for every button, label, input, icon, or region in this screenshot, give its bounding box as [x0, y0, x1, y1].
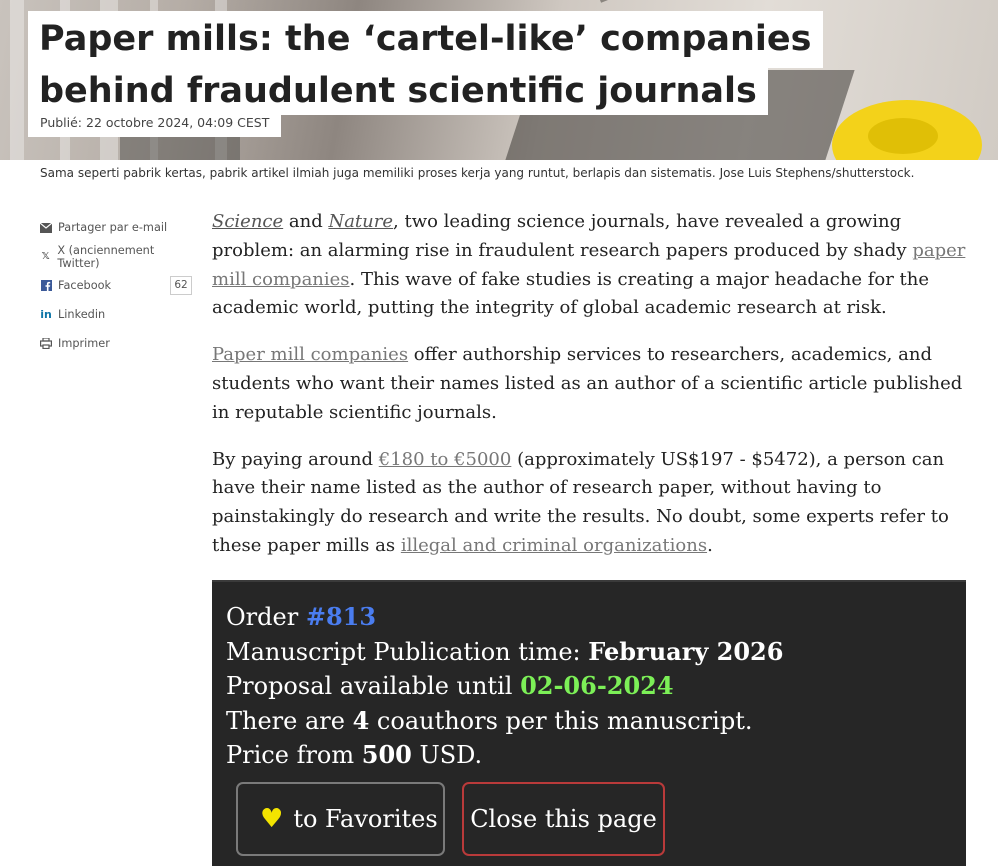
paragraph-3: By paying around €180 to €5000 (approxim… — [212, 446, 972, 561]
price-line: Price from 500 USD. — [226, 740, 482, 769]
article-body: Science and Nature, two leading science … — [212, 208, 972, 579]
link-nature[interactable]: Nature — [328, 211, 393, 232]
favorites-button: ♥ to Favorites — [236, 782, 445, 856]
order-number: #813 — [305, 602, 377, 631]
price-value: 500 — [361, 740, 412, 769]
paragraph-1: Science and Nature, two leading science … — [212, 208, 972, 323]
page-title-line1: Paper mills: the ‘cartel-like’ companies — [39, 19, 812, 59]
link-science[interactable]: Science — [212, 211, 283, 232]
image-caption: Sama seperti pabrik kertas, pabrik artik… — [40, 166, 915, 180]
share-email[interactable]: Partager par e-mail — [40, 213, 192, 242]
text: Proposal available until — [226, 672, 521, 700]
text: coauthors per this manuscript. — [369, 707, 753, 735]
text: Order — [226, 603, 306, 631]
share-facebook-label: Facebook — [58, 279, 112, 292]
order-line: Order #813 — [226, 602, 376, 631]
facebook-share-count: 62 — [170, 276, 192, 295]
text: . — [707, 534, 713, 556]
coauthor-count: 4 — [352, 706, 370, 735]
paragraph-2: Paper mill companies offer authorship se… — [212, 341, 972, 427]
share-email-label: Partager par e-mail — [58, 221, 168, 234]
share-print-label: Imprimer — [58, 337, 110, 350]
publication-time-line: Manuscript Publication time: February 20… — [226, 637, 783, 666]
order-screenshot-image: Order #813 Manuscript Publication time: … — [212, 580, 966, 866]
envelope-icon — [40, 222, 52, 234]
link-paper-mill-companies-2[interactable]: Paper mill companies — [212, 344, 408, 365]
x-icon: 𝕏 — [41, 251, 50, 262]
title-block-line2: behind fraudulent scientific journals — [28, 68, 768, 115]
heart-icon: ♥ — [260, 804, 284, 834]
text: and — [283, 211, 329, 232]
share-twitter[interactable]: 𝕏 X (anciennement Twitter) — [40, 242, 192, 271]
text: USD. — [411, 741, 483, 769]
linkedin-icon: in — [40, 308, 52, 321]
link-criminal-organizations[interactable]: illegal and criminal organizations — [401, 535, 707, 556]
share-twitter-label: X (anciennement Twitter) — [57, 243, 155, 270]
proposal-date: 02-06-2024 — [520, 671, 674, 700]
page-title-line2: behind fraudulent scientific journals — [39, 71, 757, 111]
text: By paying around — [212, 448, 379, 470]
text: Price from — [226, 741, 362, 769]
close-label: Close this page — [470, 805, 657, 833]
share-sidebar: Partager par e-mail 𝕏 X (anciennement Tw… — [40, 213, 192, 358]
facebook-icon — [40, 280, 52, 292]
share-facebook[interactable]: Facebook 62 — [40, 271, 192, 300]
publish-date: Publié: 22 octobre 2024, 04:09 CEST — [28, 115, 282, 137]
text: There are — [226, 707, 353, 735]
coauthors-line: There are 4 coauthors per this manuscrip… — [226, 706, 752, 735]
share-linkedin-label: Linkedin — [58, 308, 106, 321]
printer-icon — [40, 338, 52, 350]
title-block-line1: Paper mills: the ‘cartel-like’ companies — [28, 11, 823, 68]
link-price-range[interactable]: €180 to €5000 — [379, 449, 512, 470]
proposal-line: Proposal available until 02-06-2024 — [226, 671, 674, 700]
publication-date: February 2026 — [588, 637, 784, 666]
share-print[interactable]: Imprimer — [40, 329, 192, 358]
favorites-label: to Favorites — [293, 805, 438, 833]
text: Manuscript Publication time: — [226, 638, 589, 666]
share-linkedin[interactable]: in Linkedin — [40, 300, 192, 329]
close-page-button: Close this page — [462, 782, 665, 856]
